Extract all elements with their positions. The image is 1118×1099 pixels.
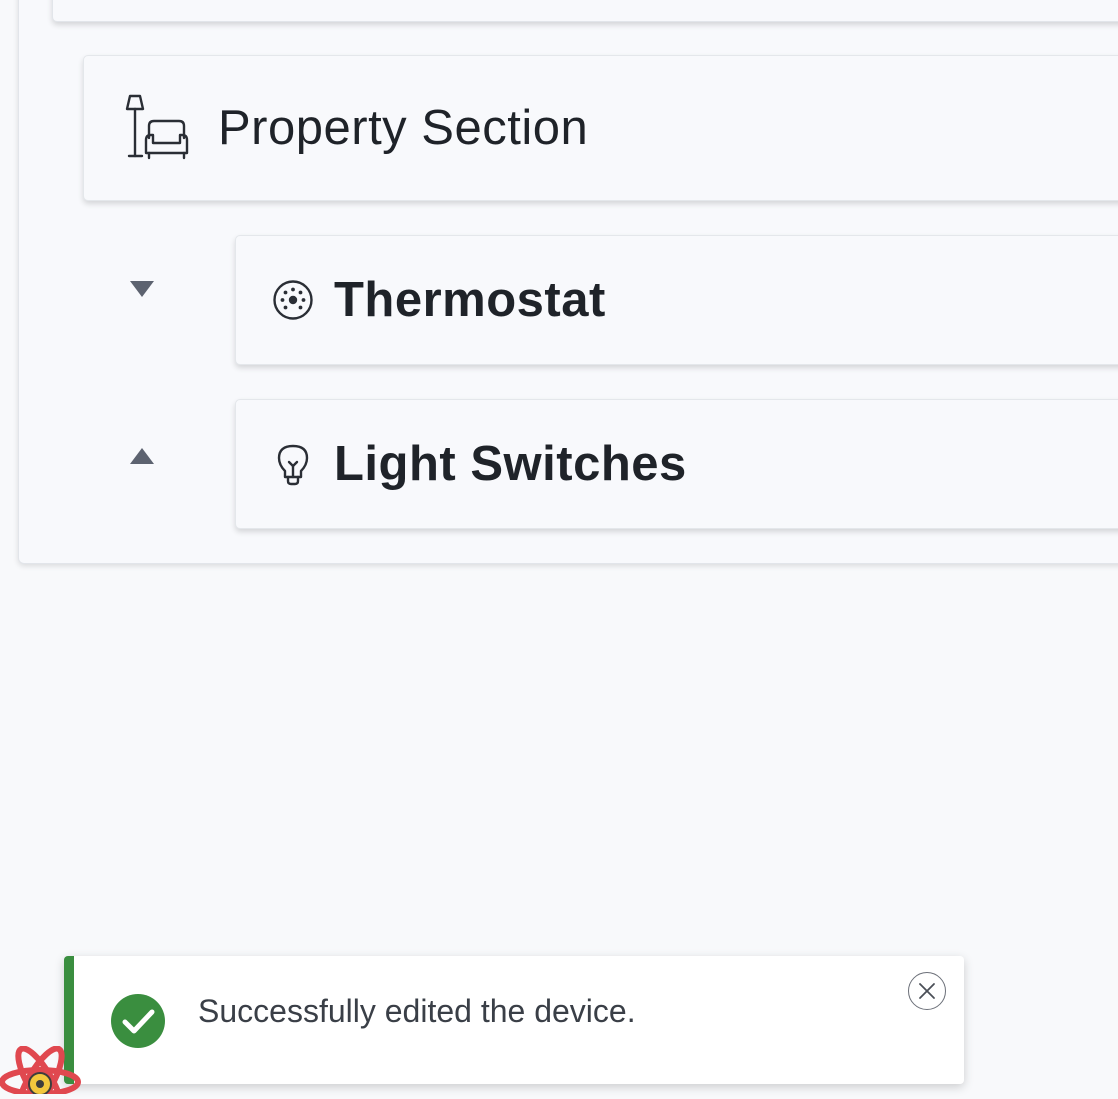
move-down-arrow[interactable] xyxy=(130,281,154,297)
close-icon xyxy=(919,983,935,999)
success-toast: Successfully edited the device. xyxy=(64,956,964,1084)
toast-message: Successfully edited the device. xyxy=(198,993,636,1029)
device-card-thermostat[interactable]: Thermostat xyxy=(235,235,1118,365)
lightbulb-icon xyxy=(272,442,314,486)
check-circle-icon xyxy=(111,994,165,1053)
thermostat-icon xyxy=(272,279,314,321)
devtools-logo-icon[interactable] xyxy=(0,1045,82,1099)
device-title: Light Switches xyxy=(334,437,687,491)
device-title: Thermostat xyxy=(334,273,606,327)
move-up-arrow[interactable] xyxy=(130,448,154,464)
section-title: Property Section xyxy=(218,101,589,155)
property-section-card[interactable]: Property Section xyxy=(83,55,1118,201)
close-button[interactable] xyxy=(908,972,946,1010)
device-card-light-switches[interactable]: Light Switches xyxy=(235,399,1118,529)
parent-item-card[interactable] xyxy=(52,0,1118,22)
lamp-sofa-icon xyxy=(122,94,190,162)
